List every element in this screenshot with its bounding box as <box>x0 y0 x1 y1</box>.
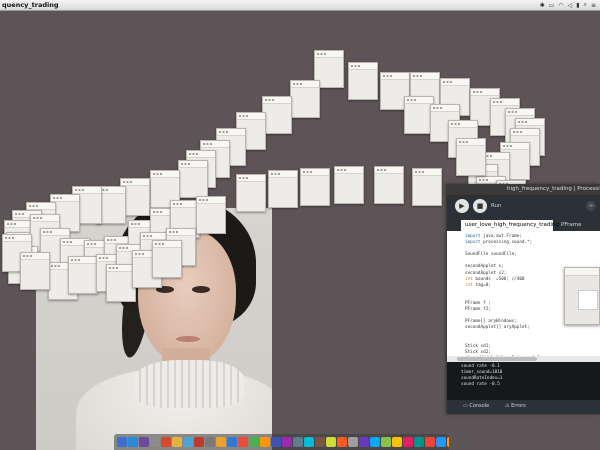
console-tab[interactable]: ▭ Console <box>463 403 489 409</box>
small-window[interactable] <box>300 168 330 206</box>
sketch-output-window[interactable] <box>564 267 600 325</box>
errors-tab-label: Errors <box>511 403 526 409</box>
small-window[interactable] <box>334 166 364 204</box>
dock <box>114 434 449 450</box>
dock-app-icon[interactable] <box>238 437 248 447</box>
run-label: Run <box>491 203 502 209</box>
small-window[interactable] <box>412 168 442 206</box>
small-window[interactable] <box>20 252 50 290</box>
dock-app-icon[interactable] <box>216 437 226 447</box>
tab-pframe[interactable]: PFrame <box>557 220 585 231</box>
dock-app-icon[interactable] <box>403 437 413 447</box>
dock-app-icon[interactable] <box>194 437 204 447</box>
dock-app-icon[interactable] <box>370 437 380 447</box>
stop-button[interactable]: ■ <box>473 199 487 213</box>
small-window[interactable] <box>196 196 226 234</box>
menu-bar: quency_trading ✱ ▭ ◠ ◁ ▮ ⌕ ≡ <box>0 0 600 11</box>
dock-app-icon[interactable] <box>326 437 336 447</box>
small-window[interactable] <box>456 138 486 176</box>
small-window[interactable] <box>68 256 98 294</box>
tab-main-sketch[interactable]: user_love_high_frequency_trading <box>461 220 559 231</box>
ide-status-bar: ▭ Console ⚠ Errors <box>447 400 600 414</box>
errors-tab[interactable]: ⚠ Errors <box>505 403 526 409</box>
scrollbar-thumb[interactable] <box>457 357 537 361</box>
dock-app-icon[interactable] <box>260 437 270 447</box>
dock-app-icon[interactable] <box>304 437 314 447</box>
small-window[interactable] <box>152 240 182 278</box>
dock-app-icon[interactable] <box>414 437 424 447</box>
dock-app-icon[interactable] <box>436 437 446 447</box>
console-line: sound rate -0.5 <box>461 382 500 387</box>
battery-icon[interactable]: ▮ <box>576 2 579 9</box>
dock-app-icon[interactable] <box>161 437 171 447</box>
console-tab-label: Console <box>469 403 490 409</box>
dock-app-icon[interactable] <box>249 437 259 447</box>
bluetooth-icon[interactable]: ✱ <box>540 2 545 9</box>
dock-app-icon[interactable] <box>315 437 325 447</box>
dock-app-icon[interactable] <box>337 437 347 447</box>
sketch-title-bar[interactable] <box>565 268 599 276</box>
dock-app-icon[interactable] <box>359 437 369 447</box>
dock-app-icon[interactable] <box>183 437 193 447</box>
menu-icon[interactable]: ≡ <box>591 2 596 9</box>
dock-app-icon[interactable] <box>172 437 182 447</box>
dock-app-icon[interactable] <box>447 437 449 447</box>
small-window[interactable] <box>236 174 266 212</box>
search-icon[interactable]: ⌕ <box>584 1 587 9</box>
dock-app-icon[interactable] <box>227 437 237 447</box>
dock-app-icon[interactable] <box>392 437 402 447</box>
ide-toolbar: ▶ ■ Run ∞ <box>447 195 600 219</box>
small-window[interactable] <box>268 170 298 208</box>
dock-app-icon[interactable] <box>117 437 127 447</box>
dock-app-icon[interactable] <box>150 437 160 447</box>
sweater-collar <box>134 360 244 408</box>
dock-app-icon[interactable] <box>128 437 138 447</box>
dock-app-icon[interactable] <box>205 437 215 447</box>
dock-app-icon[interactable] <box>139 437 149 447</box>
app-title: quency_trading <box>2 1 59 9</box>
lips <box>176 336 200 342</box>
dock-app-icon[interactable] <box>293 437 303 447</box>
dock-app-icon[interactable] <box>271 437 281 447</box>
sketch-square <box>578 290 598 310</box>
small-window[interactable] <box>290 80 320 118</box>
small-window[interactable] <box>348 62 378 100</box>
editor-tabs: user_love_high_frequency_trading PFrame <box>447 219 600 231</box>
dock-app-icon[interactable] <box>425 437 435 447</box>
console-output: sound rate -0.1 timer_sound=1010 soundRate… <box>447 362 600 400</box>
dock-app-icon[interactable] <box>348 437 358 447</box>
display-icon[interactable]: ▭ <box>549 2 555 9</box>
status-icons: ✱ ▭ ◠ ◁ ▮ ⌕ ≡ <box>540 1 596 9</box>
run-button[interactable]: ▶ <box>455 199 469 213</box>
small-window[interactable] <box>262 96 292 134</box>
right-eye <box>192 286 210 293</box>
small-window[interactable] <box>374 166 404 204</box>
wifi-icon[interactable]: ◠ <box>558 2 563 9</box>
dock-app-icon[interactable] <box>282 437 292 447</box>
ide-title-bar[interactable]: high_frequency_trading | Processing 3.2 <box>447 184 600 195</box>
dock-app-icon[interactable] <box>381 437 391 447</box>
mode-icon[interactable]: ∞ <box>586 201 596 211</box>
small-window[interactable] <box>178 160 208 198</box>
volume-icon[interactable]: ◁ <box>568 2 573 9</box>
